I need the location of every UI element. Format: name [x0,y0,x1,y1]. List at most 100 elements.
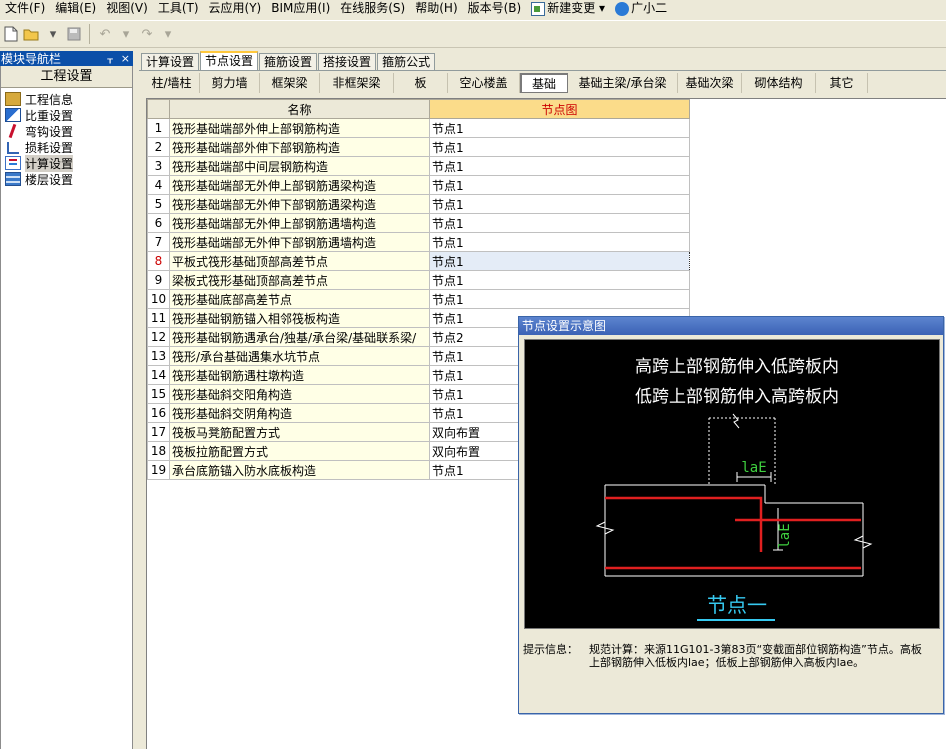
row-name: 筏形基础斜交阳角构造 [169,384,430,404]
table-row[interactable]: 6 筏形基础端部无外伸上部钢筋遇墙构造 节点1 [147,213,690,233]
node-diagram-canvas: 高跨上部钢筋伸入低跨板内 低跨上部钢筋伸入高跨板内 laE laE 节点一 [524,339,940,629]
sub-tab[interactable]: 基础次梁 [678,73,742,93]
sub-tab[interactable]: 非框架梁 [320,73,394,93]
open-folder-icon[interactable] [23,23,41,45]
main-tab[interactable]: 箍筋公式 [377,53,436,70]
table-row[interactable]: 8 平板式筏形基础顶部高差节点 节点1 [147,251,690,271]
row-number: 8 [147,251,170,271]
menu-item-label: 新建变更 ▾ [547,1,606,15]
row-number: 10 [147,289,170,309]
table-row[interactable]: 2 筏形基础端部外伸下部钢筋构造 节点1 [147,137,690,157]
table-row[interactable]: 7 筏形基础端部无外伸下部钢筋遇墙构造 节点1 [147,232,690,252]
row-number: 15 [147,384,170,404]
sub-tab[interactable]: 砌体结构 [742,73,816,93]
save-icon[interactable] [65,23,83,45]
menu-item[interactable]: BIM应用(I) [266,0,335,17]
column-header-node-diagram[interactable]: 节点图 [429,99,690,119]
sub-tab[interactable]: 柱/墙柱 [144,73,200,93]
row-node-value[interactable]: 节点1 [429,232,690,252]
row-number: 9 [147,270,170,290]
sub-tabs: 柱/墙柱 剪力墙 框架梁 非框架梁板空心楼盖 基础 基础主梁/承台梁 基础次梁 砌体结构 其它 [144,72,868,94]
row-name: 筏形基础端部外伸上部钢筋构造 [169,118,430,138]
nav-item[interactable]: 弯钩设置 [1,123,132,139]
row-number: 17 [147,422,170,442]
close-icon[interactable]: × [121,52,130,65]
nav-item[interactable]: 工程信息 [1,91,132,107]
table-row[interactable]: 5 筏形基础端部无外伸下部钢筋遇梁构造 节点1 [147,194,690,214]
row-node-value[interactable]: 节点1 [429,251,690,271]
nav-item-label: 弯钩设置 [25,124,74,139]
chevron-down-icon[interactable]: ▾ [117,23,135,45]
row-node-value[interactable]: 节点1 [429,156,690,176]
table-row[interactable]: 3 筏形基础端部中间层钢筋构造 节点1 [147,156,690,176]
nav-list: 工程信息 比重设置 弯钩设置 损耗设置 计算设置 楼层设置 [1,88,132,187]
sub-tab[interactable]: 其它 [816,73,868,93]
sub-tab[interactable]: 框架梁 [260,73,320,93]
row-node-value[interactable]: 节点1 [429,289,690,309]
menu-item[interactable]: 新建变更 ▾ [526,0,610,17]
nav-item[interactable]: 比重设置 [1,107,132,123]
menu-item-label: 编辑(E) [55,1,97,15]
menu-item[interactable]: 广小二 [610,0,672,17]
row-node-value[interactable]: 节点1 [429,175,690,195]
node-diagram-title[interactable]: 节点设置示意图 [519,317,943,335]
row-node-value[interactable]: 节点1 [429,213,690,233]
column-header-name[interactable]: 名称 [169,99,430,119]
row-name: 平板式筏形基础顶部高差节点 [169,251,430,271]
hint-label: 提示信息： [523,643,578,656]
undo-icon[interactable]: ↶ [96,23,114,45]
menu-item[interactable]: 云应用(Y) [204,0,267,17]
nav-section-title[interactable]: 工程设置 [1,66,132,88]
menu-item[interactable]: 编辑(E) [50,0,101,17]
table-row[interactable]: 9 梁板式筏形基础顶部高差节点 节点1 [147,270,690,290]
chevron-down-icon[interactable]: ▾ [159,23,177,45]
density-icon [5,108,21,122]
main-tab[interactable]: 箍筋设置 [259,53,318,70]
table-row[interactable]: 4 筏形基础端部无外伸上部钢筋遇梁构造 节点1 [147,175,690,195]
menu-item-label: 视图(V) [106,1,148,15]
redo-icon[interactable]: ↷ [138,23,156,45]
row-number: 11 [147,308,170,328]
nav-item-label: 楼层设置 [25,172,74,187]
menu-item-label: 在线服务(S) [340,1,406,15]
main-tab[interactable]: 搭接设置 [318,53,377,70]
row-number-header [147,99,170,119]
row-name: 筏形基础端部中间层钢筋构造 [169,156,430,176]
menu-item-label: 工具(T) [157,1,199,15]
row-node-value[interactable]: 节点1 [429,118,690,138]
main-tab[interactable]: 节点设置 [200,51,259,70]
chevron-down-icon[interactable]: ▾ [44,23,62,45]
sub-tab[interactable]: 板 [394,73,448,93]
menu-item[interactable]: 帮助(H) [410,0,462,17]
row-number: 6 [147,213,170,233]
node-label: 节点一 [707,593,767,617]
nav-item[interactable]: 计算设置 [1,154,132,172]
menu-item[interactable]: 视图(V) [101,0,153,17]
menu-item[interactable]: 在线服务(S) [335,0,410,17]
table-row[interactable]: 1 筏形基础端部外伸上部钢筋构造 节点1 [147,118,690,138]
sub-tab[interactable]: 空心楼盖 [448,73,520,93]
row-node-value[interactable]: 节点1 [429,194,690,214]
nav-item[interactable]: 损耗设置 [1,139,132,155]
table-row[interactable]: 10 筏形基础底部高差节点 节点1 [147,289,690,309]
node-diagram-svg: 高跨上部钢筋伸入低跨板内 低跨上部钢筋伸入高跨板内 laE laE 节点一 [595,357,873,621]
sub-tab[interactable]: 剪力墙 [200,73,260,93]
row-number: 2 [147,137,170,157]
main-tab[interactable]: 计算设置 [141,53,200,70]
menu-item[interactable]: 版本号(B) [463,0,527,17]
menu-item[interactable]: 文件(F) [0,0,50,17]
main-tabs: 计算设置 节点设置 箍筋设置 搭接设置 箍筋公式 [141,51,436,70]
sub-tab[interactable]: 基础主梁/承台梁 [568,73,678,93]
row-number: 4 [147,175,170,195]
row-name: 筏形基础底部高差节点 [169,289,430,309]
diagram-line-2: 低跨上部钢筋伸入高跨板内 [635,387,839,407]
new-file-icon[interactable] [2,23,20,45]
nav-item[interactable]: 楼层设置 [1,171,132,187]
hint-text: 规范计算：来源11G101-3第83页“变截面部位钢筋构造”节点。高板上部钢筋伸… [589,643,922,669]
menu-item[interactable]: 工具(T) [153,0,204,17]
sub-tab[interactable]: 基础 [520,73,568,93]
pin-icon[interactable]: ᚁ [107,52,112,65]
row-node-value[interactable]: 节点1 [429,270,690,290]
menu-item-label: 文件(F) [5,1,46,15]
row-node-value[interactable]: 节点1 [429,137,690,157]
